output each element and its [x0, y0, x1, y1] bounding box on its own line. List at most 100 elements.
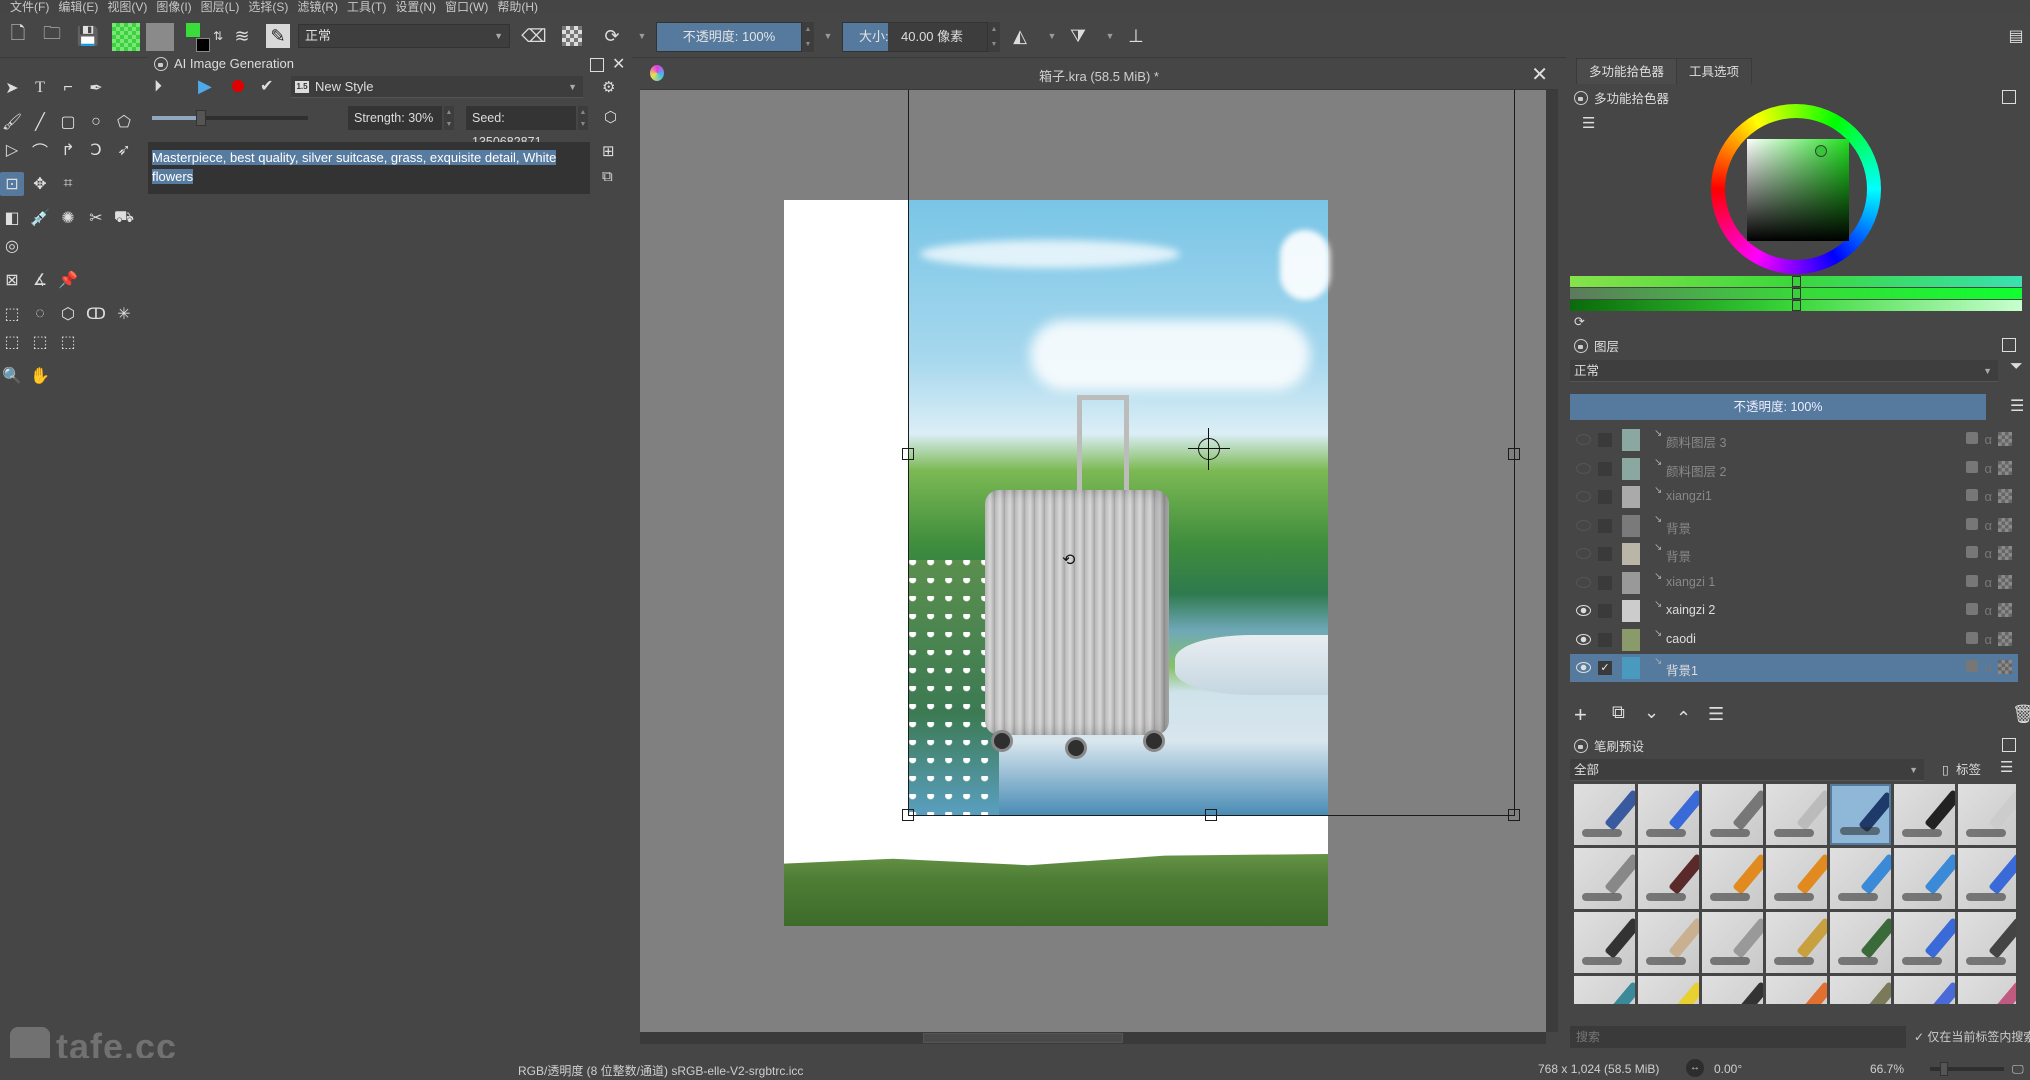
settings-gear-icon[interactable]: ⚙ [602, 78, 615, 96]
brush-preset[interactable] [1958, 912, 2016, 973]
delete-layer-icon[interactable]: 🗑 [2012, 704, 2030, 725]
tab-color-selector[interactable]: 多功能拾色器 [1576, 58, 1678, 84]
edit-shapes-tool-icon[interactable]: ⌐ [56, 76, 80, 100]
seed-spinner[interactable]: ▲ ▼ [578, 106, 588, 130]
calligraphy-tool-icon[interactable]: ✒ [84, 76, 108, 100]
inherit-alpha-icon[interactable] [1998, 546, 2012, 560]
layer-row[interactable]: ↘ xaingzi 2 α [1570, 597, 2018, 625]
rectangle-tool-icon[interactable]: ▢ [56, 110, 80, 134]
brush-view-menu-icon[interactable]: ☰ [2000, 758, 2013, 776]
menu-item[interactable]: 图像(I) [156, 0, 200, 14]
seed-field[interactable]: Seed: 1350682871 [466, 106, 576, 149]
freehand-path-tool-icon[interactable]: Ↄ [84, 138, 108, 162]
select-shapes-tool-icon[interactable]: ➤ [0, 76, 24, 100]
alpha-lock-icon[interactable]: α [1984, 461, 1992, 476]
similar-color-select-tool-icon[interactable]: ⬚ [0, 330, 24, 354]
visibility-eye-icon[interactable] [1576, 633, 1591, 645]
menu-item[interactable]: 视图(V) [107, 0, 156, 14]
transform-handle[interactable] [902, 448, 914, 460]
chevron-down-icon[interactable]: ▼ [630, 24, 654, 48]
visibility-eye-icon[interactable] [1576, 576, 1591, 588]
layer-select-checkbox[interactable] [1598, 604, 1612, 618]
float-docker-icon[interactable] [2002, 738, 2016, 752]
duplicate-layer-icon[interactable]: ⧉ [1612, 702, 1625, 723]
lock-icon[interactable] [154, 56, 168, 71]
eraser-icon[interactable]: ⌫ [521, 24, 546, 48]
close-icon[interactable]: ✕ [612, 54, 625, 74]
add-layer-icon[interactable]: + [1574, 702, 1587, 728]
visibility-eye-icon[interactable] [1576, 662, 1591, 673]
brush-preset[interactable] [1830, 784, 1891, 845]
mirror-horizontal-icon[interactable]: ◭ [1008, 24, 1032, 48]
brush-preset[interactable] [1702, 784, 1763, 845]
pan-tool-icon[interactable]: ✋ [28, 364, 52, 388]
lock-layer-icon[interactable] [1966, 603, 1979, 615]
lock-layer-icon[interactable] [1966, 489, 1979, 501]
transform-tool-icon[interactable]: ⊡ [0, 172, 24, 196]
menu-item[interactable]: 文件(F) [10, 0, 58, 14]
brush-preset-icon[interactable]: ✎ [266, 24, 290, 48]
wrap-around-icon[interactable]: ⊥ [1124, 24, 1148, 48]
brush-preset[interactable] [1766, 976, 1827, 1004]
layer-row[interactable]: ✓ ↘ 背景1 α [1570, 654, 2018, 682]
alpha-lock-icon[interactable]: α [1984, 603, 1992, 618]
lock-layer-icon[interactable] [1966, 574, 1979, 587]
saturation-value-square[interactable] [1747, 139, 1849, 241]
brush-preset[interactable] [1766, 848, 1827, 909]
inherit-alpha-icon[interactable] [1998, 489, 2012, 503]
layer-blend-select[interactable]: 正常 ▼ [1570, 360, 1998, 382]
brush-preset[interactable] [1894, 784, 1955, 845]
alpha-lock-icon[interactable]: α [1984, 489, 1992, 504]
size-slider[interactable]: 大小: 40.00 像素 [842, 22, 988, 52]
horizontal-scrollbar[interactable] [640, 1032, 1546, 1044]
lock-icon[interactable] [1574, 338, 1588, 353]
color-picker-tool-icon[interactable]: 💉 [28, 206, 52, 230]
close-document-icon[interactable]: ✕ [1531, 62, 1548, 87]
brush-preset[interactable] [1702, 848, 1763, 909]
layer-select-checkbox[interactable] [1598, 461, 1612, 476]
scrollbar-thumb[interactable] [923, 1033, 1123, 1043]
lock-icon[interactable] [1574, 738, 1588, 753]
open-document-icon[interactable]: 🗀 [40, 23, 64, 48]
visibility-eye-icon[interactable] [1576, 605, 1591, 616]
move-layer-down-icon[interactable]: ⌄ [1644, 702, 1659, 723]
strength-field[interactable]: Strength: 30% [348, 106, 442, 130]
chevron-down-icon[interactable]: ▼ [816, 24, 840, 48]
brush-search-input[interactable]: 搜索 [1570, 1026, 1906, 1048]
transform-handle[interactable] [1508, 809, 1520, 821]
menu-item[interactable]: 编辑(E) [58, 0, 107, 14]
document-tab[interactable]: 箱子.kra (58.5 MiB) * ✕ [640, 58, 1558, 90]
menu-item[interactable]: 选择(S) [248, 0, 297, 14]
layer-select-checkbox[interactable] [1598, 490, 1612, 504]
generate-mode-icon[interactable]: ⏵ [154, 78, 162, 96]
transform-handle[interactable] [1508, 448, 1520, 460]
bezier-select-tool-icon[interactable]: ⬚ [28, 330, 52, 354]
alpha-lock-icon[interactable]: α [1984, 546, 1992, 561]
menu-item[interactable]: 工具(T) [347, 0, 395, 14]
prompt-textarea[interactable]: Masterpiece, best quality, silver suitca… [148, 142, 590, 194]
ellipse-select-tool-icon[interactable]: ◌ [28, 302, 52, 326]
lock-layer-icon[interactable] [1966, 460, 1979, 473]
polyline-tool-icon[interactable]: ▷ [0, 138, 24, 162]
lock-layer-icon[interactable] [1966, 517, 1979, 530]
pattern-swatch[interactable] [146, 23, 174, 51]
menu-item[interactable]: 图层(L) [201, 0, 249, 14]
colorize-mask-tool-icon[interactable]: ◎ [0, 234, 24, 258]
lock-icon[interactable] [1574, 90, 1588, 105]
fit-screen-icon[interactable]: 🖵 [2012, 1062, 2024, 1077]
float-docker-icon[interactable] [590, 58, 604, 72]
transform-handle[interactable] [1205, 809, 1217, 821]
transform-handle[interactable] [902, 809, 914, 821]
float-docker-icon[interactable] [2002, 338, 2016, 352]
layer-row[interactable]: ↘ xiangzi 1 α [1570, 569, 2018, 597]
canvas-viewport[interactable]: ⟲ [640, 90, 1546, 1032]
blend-mode-select[interactable]: 正常 ▼ [298, 24, 510, 48]
inherit-alpha-icon[interactable] [1998, 631, 2012, 646]
layer-row[interactable]: ↘ 颜料图层 2 α [1570, 455, 2018, 483]
alpha-lock-icon[interactable]: α [1984, 432, 1992, 447]
play-icon[interactable]: ▶ [198, 76, 212, 97]
brush-preset[interactable] [1958, 976, 2016, 1004]
bar-marker[interactable] [1792, 288, 1801, 299]
move-layer-up-icon[interactable]: ⌃ [1676, 708, 1691, 729]
layer-select-checkbox[interactable] [1598, 575, 1612, 590]
